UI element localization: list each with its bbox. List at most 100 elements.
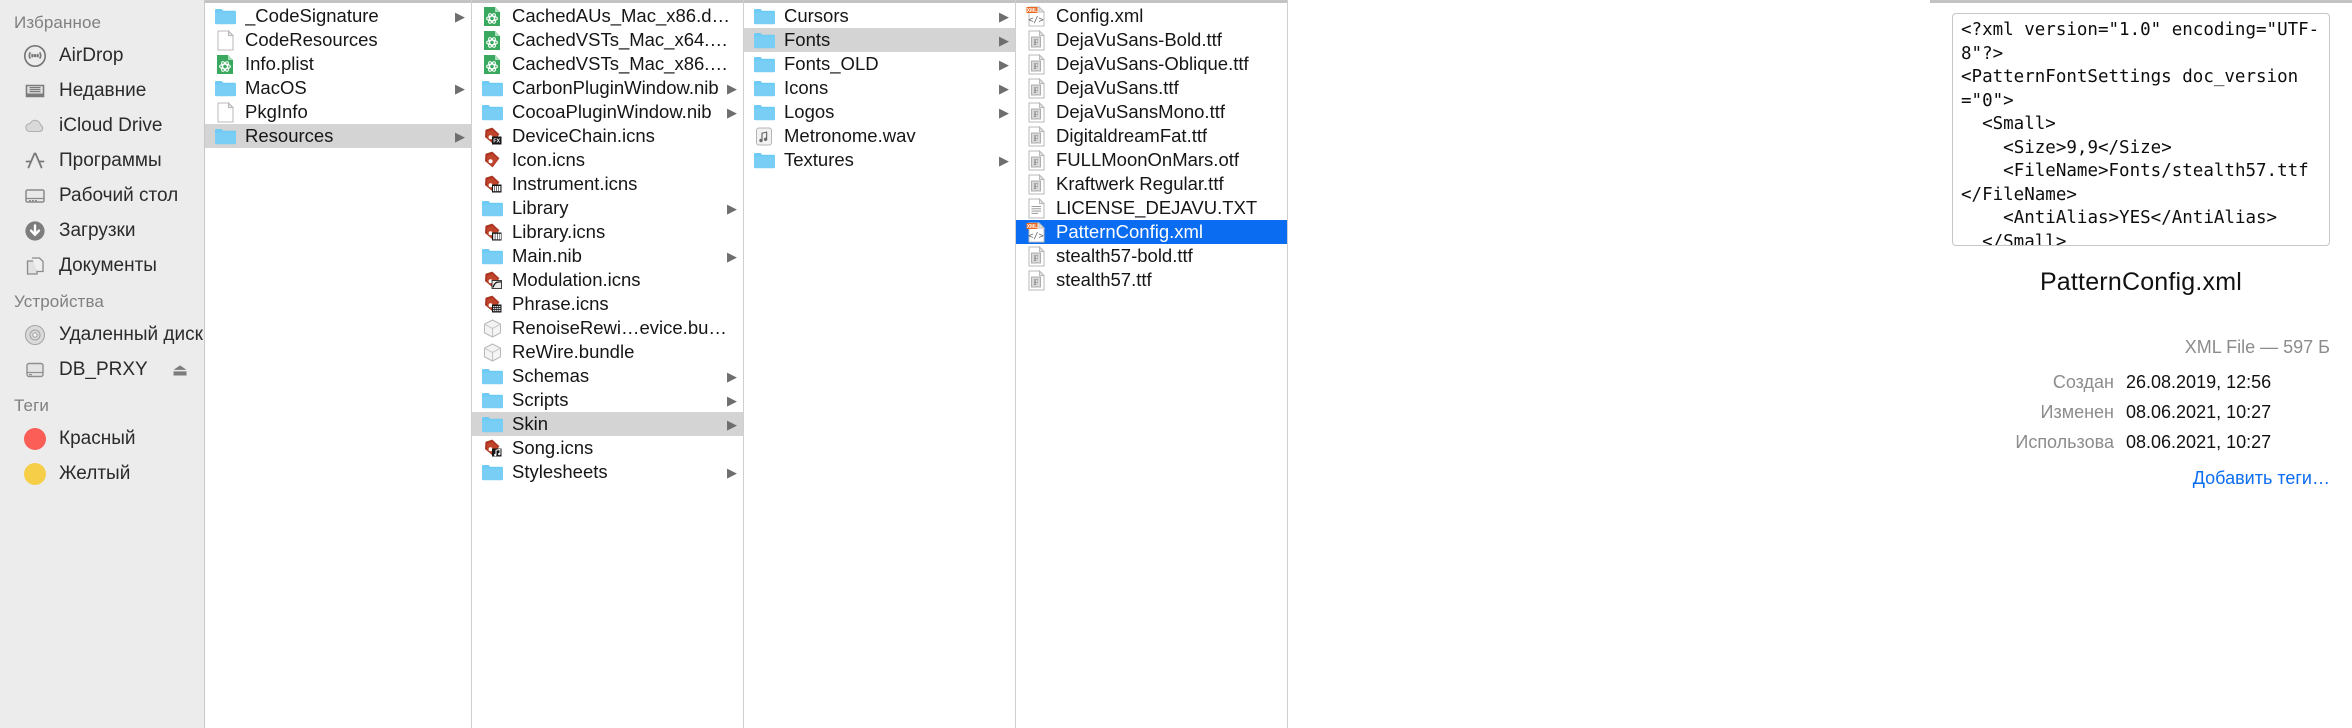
text-doc-icon: [1025, 197, 1047, 219]
sidebar-item-программы[interactable]: Программы: [0, 143, 204, 178]
file-row[interactable]: Fstealth57.ttf: [1016, 268, 1287, 292]
file-row[interactable]: Icons ▶: [744, 76, 1015, 100]
folder-icon: [753, 101, 775, 123]
file-row[interactable]: Fonts_OLD ▶: [744, 52, 1015, 76]
font-icon: F: [1025, 245, 1047, 267]
file-row[interactable]: Schemas ▶: [472, 364, 743, 388]
chevron-right-icon: ▶: [999, 152, 1009, 168]
file-row[interactable]: Cursors ▶: [744, 4, 1015, 28]
chevron-right-icon: ▶: [455, 128, 465, 144]
file-name: Metronome.wav: [784, 125, 916, 146]
file-name: PkgInfo: [245, 101, 308, 122]
file-row[interactable]: CarbonPluginWindow.nib ▶: [472, 76, 743, 100]
sidebar-item-label: Документы: [59, 254, 157, 276]
plist-icon: [481, 5, 503, 27]
file-row[interactable]: PkgInfo: [205, 100, 471, 124]
file-row[interactable]: F DejaVuSansMono.ttf: [1016, 100, 1287, 124]
file-name: Instrument.icns: [512, 173, 638, 194]
file-name: Song.icns: [512, 437, 594, 458]
file-row[interactable]: Song.icns: [472, 436, 743, 460]
sidebar-item-label: Желтый: [59, 462, 131, 484]
sidebar-item-label: AirDrop: [59, 44, 124, 66]
sidebar-item-airdrop[interactable]: AirDrop: [0, 38, 204, 73]
chevron-right-icon: ▶: [999, 104, 1009, 120]
file-name: PatternConfig.xml: [1056, 221, 1204, 242]
sidebar-item-загрузки[interactable]: Загрузки: [0, 213, 204, 248]
audio-icon: [753, 125, 775, 147]
svg-text:F: F: [1033, 253, 1038, 263]
metadata-row: Изменен 08.06.2021, 10:27: [1948, 402, 2330, 423]
file-row[interactable]: Logos ▶: [744, 100, 1015, 124]
file-row[interactable]: FX DeviceChain.icns: [472, 124, 743, 148]
finder-column-view: _CodeSignature ▶ CodeResources Info.plist Ma…: [205, 0, 1930, 728]
file-row[interactable]: F DejaVuSans.ttf: [1016, 76, 1287, 100]
pane-top-divider: [1930, 0, 2352, 3]
file-row[interactable]: F DejaVuSans-Bold.ttf: [1016, 28, 1287, 52]
file-row[interactable]: Instrument.icns: [472, 172, 743, 196]
file-row[interactable]: ReWire.bundle: [472, 340, 743, 364]
file-row[interactable]: CodeResources: [205, 28, 471, 52]
sidebar-item-рабочий-стол[interactable]: Рабочий стол: [0, 178, 204, 213]
chevron-right-icon: ▶: [727, 392, 737, 408]
file-row[interactable]: F Kraftwerk Regular.ttf: [1016, 172, 1287, 196]
file-name: DejaVuSansMono.ttf: [1056, 101, 1225, 122]
font-icon: F: [1025, 29, 1047, 51]
file-row[interactable]: Info.plist: [205, 52, 471, 76]
add-tags-link[interactable]: Добавить теги…: [1948, 468, 2330, 489]
file-name: Icon.icns: [512, 149, 586, 170]
sidebar-item-желтый[interactable]: Желтый: [0, 456, 204, 491]
finder-sidebar: Избранное AirDrop Недавние iCloud Drive Прог…: [0, 0, 205, 728]
file-name: CachedVSTs_Mac_x86.db.in: [512, 53, 737, 74]
sidebar-item-db-prxy[interactable]: DB_PRXY ⏏: [0, 352, 204, 387]
file-row[interactable]: Modulation.icns: [472, 268, 743, 292]
file-row[interactable]: RenoiseRewi…evice.bundle: [472, 316, 743, 340]
file-row[interactable]: Fonts ▶: [744, 28, 1015, 52]
metadata-value: 08.06.2021, 10:27: [2126, 402, 2272, 422]
file-row[interactable]: LICENSE_DEJAVU.TXT: [1016, 196, 1287, 220]
file-row[interactable]: F DigitaldreamFat.ttf: [1016, 124, 1287, 148]
column-top-divider: [744, 0, 1015, 3]
file-row[interactable]: Main.nib ▶: [472, 244, 743, 268]
chevron-right-icon: ▶: [727, 104, 737, 120]
file-name: DejaVuSans.ttf: [1056, 77, 1179, 98]
sidebar-item-документы[interactable]: Документы: [0, 248, 204, 283]
file-row[interactable]: CachedVSTs_Mac_x86.db.in: [472, 52, 743, 76]
file-row[interactable]: Stylesheets ▶: [472, 460, 743, 484]
icloud-icon: [22, 113, 48, 139]
file-row[interactable]: XML </> PatternConfig.xml: [1016, 220, 1287, 244]
file-row[interactable]: F FULLMoonOnMars.otf: [1016, 148, 1287, 172]
sidebar-item-icloud-drive[interactable]: iCloud Drive: [0, 108, 204, 143]
file-name: Logos: [784, 101, 835, 122]
sidebar-item-недавние[interactable]: Недавние: [0, 73, 204, 108]
file-row[interactable]: Scripts ▶: [472, 388, 743, 412]
file-row[interactable]: XML </> Config.xml: [1016, 4, 1287, 28]
hard-drive-icon: [22, 357, 48, 383]
file-row[interactable]: Skin ▶: [472, 412, 743, 436]
file-row[interactable]: Library.icns: [472, 220, 743, 244]
file-row[interactable]: F DejaVuSans-Oblique.ttf: [1016, 52, 1287, 76]
file-row[interactable]: Phrase.icns: [472, 292, 743, 316]
file-name: MacOS: [245, 77, 307, 98]
svg-text:F: F: [1033, 133, 1038, 143]
file-name: Phrase.icns: [512, 293, 609, 314]
file-row[interactable]: Resources ▶: [205, 124, 471, 148]
file-row[interactable]: CocoaPluginWindow.nib ▶: [472, 100, 743, 124]
file-row[interactable]: MacOS ▶: [205, 76, 471, 100]
file-row[interactable]: Textures ▶: [744, 148, 1015, 172]
file-row[interactable]: _CodeSignature ▶: [205, 4, 471, 28]
file-row[interactable]: CachedVSTs_Mac_x64.db.in: [472, 28, 743, 52]
metadata-key: Создан: [2052, 372, 2114, 392]
file-row[interactable]: Icon.icns: [472, 148, 743, 172]
chevron-right-icon: ▶: [455, 80, 465, 96]
eject-icon[interactable]: ⏏: [172, 361, 188, 378]
file-row[interactable]: Metronome.wav: [744, 124, 1015, 148]
file-name: CachedAUs_Mac_x86.db.in: [512, 5, 737, 26]
file-row[interactable]: Fstealth57-bold.ttf: [1016, 244, 1287, 268]
svg-text:F: F: [1033, 277, 1038, 287]
sidebar-item-красный[interactable]: Красный: [0, 421, 204, 456]
file-row[interactable]: Library ▶: [472, 196, 743, 220]
svg-text:F: F: [1033, 61, 1038, 71]
svg-text:XML: XML: [1027, 8, 1038, 14]
sidebar-item-удаленный-диск[interactable]: Удаленный диск: [0, 317, 204, 352]
file-row[interactable]: CachedAUs_Mac_x86.db.in: [472, 4, 743, 28]
